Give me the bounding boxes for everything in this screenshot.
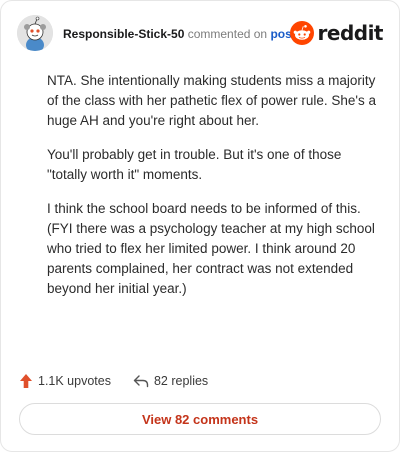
comment-header: Responsible-Stick-50 commented on post r…	[17, 15, 385, 55]
upvote-arrow-icon	[20, 374, 32, 388]
username-link[interactable]: Responsible-Stick-50	[63, 27, 184, 41]
upvote-button[interactable]: 1.1K upvotes	[19, 373, 111, 389]
replies-button[interactable]: 82 replies	[133, 374, 208, 388]
commented-on-text: commented on	[187, 27, 268, 41]
view-comments-button[interactable]: View 82 comments	[19, 403, 381, 435]
snoo-avatar-icon	[17, 15, 53, 51]
reply-arrow-icon	[133, 375, 149, 388]
comment-meta: Responsible-Stick-50 commented on post	[63, 27, 296, 41]
reddit-snoo-logo-icon	[289, 21, 314, 45]
comment-body: NTA. She intentionally making students m…	[47, 71, 377, 313]
upvote-count: 1.1K upvotes	[38, 374, 111, 388]
reddit-logo[interactable]: reddit	[289, 19, 384, 47]
comment-paragraph: You'll probably get in trouble. But it's…	[47, 147, 342, 182]
reply-count: 82 replies	[153, 374, 209, 388]
reddit-wordmark: reddit	[317, 21, 384, 45]
view-comments-label: View 82 comments	[141, 411, 259, 427]
comment-paragraph: I think the school board needs to be inf…	[47, 201, 375, 296]
user-avatar[interactable]	[17, 15, 53, 51]
comment-actions: 1.1K upvotes 82 replies	[19, 371, 230, 391]
comment-paragraph: NTA. She intentionally making students m…	[47, 73, 376, 128]
comment-card: Responsible-Stick-50 commented on post r…	[0, 0, 400, 452]
